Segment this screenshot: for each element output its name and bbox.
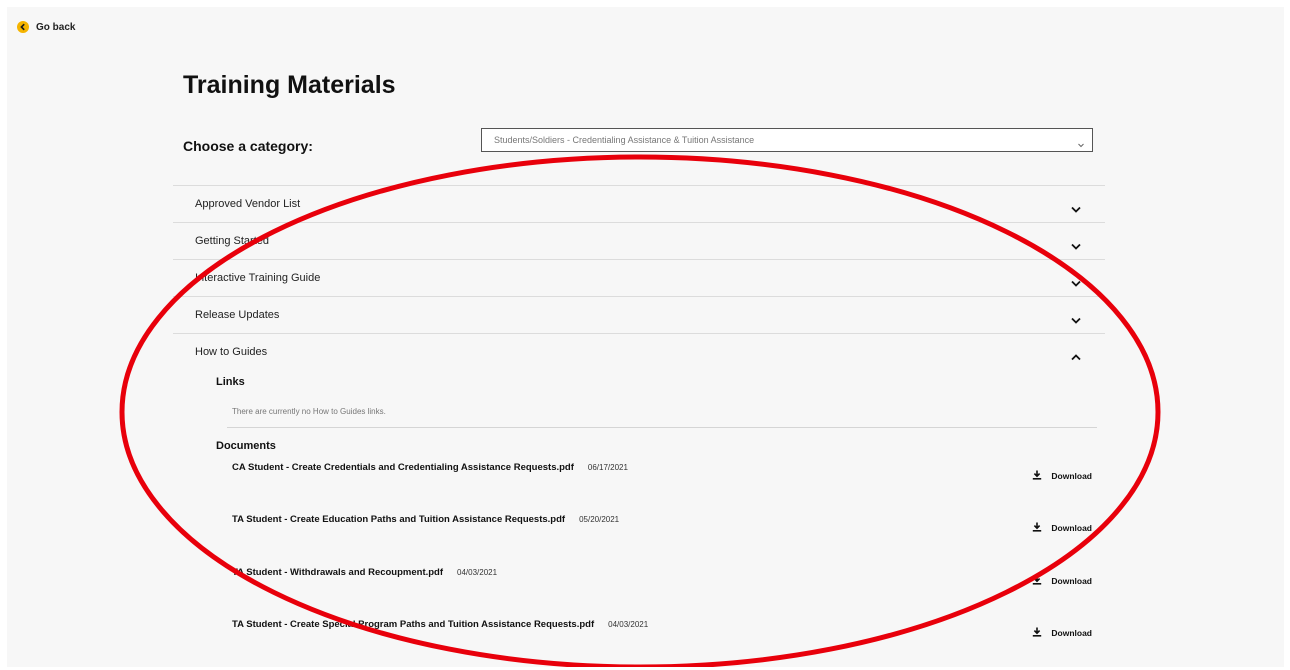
- document-date: 06/17/2021: [587, 463, 628, 472]
- document-row: TA Student - Withdrawals and Recoupment.…: [232, 563, 1092, 586]
- chevron-down-icon: [1077, 136, 1085, 154]
- document-row: CA Student - Create Credentials and Cred…: [232, 458, 1092, 481]
- category-label: Choose a category:: [183, 138, 313, 154]
- document-row: TA Student - Create Special Program Path…: [232, 615, 1092, 638]
- category-select[interactable]: Students/Soldiers - Credentialing Assist…: [481, 128, 1093, 152]
- chevron-down-icon: [1071, 311, 1081, 329]
- accordion-panel-how-to-guides: Links There are currently no How to Guid…: [173, 370, 1105, 670]
- download-icon: [1032, 467, 1042, 485]
- download-button[interactable]: Download: [1032, 624, 1092, 642]
- download-button[interactable]: Download: [1032, 572, 1092, 590]
- links-empty-message: There are currently no How to Guides lin…: [232, 407, 386, 416]
- accordion: Approved Vendor List Getting Started Int…: [173, 185, 1105, 670]
- page-title: Training Materials: [183, 71, 396, 99]
- accordion-item-label: Getting Started: [195, 235, 269, 247]
- accordion-item-label: Interactive Training Guide: [195, 272, 321, 284]
- document-date: 05/20/2021: [579, 515, 620, 524]
- accordion-item-getting-started[interactable]: Getting Started: [173, 222, 1105, 259]
- accordion-item-interactive-training-guide[interactable]: Interactive Training Guide: [173, 259, 1105, 296]
- links-heading: Links: [216, 376, 245, 388]
- document-name: TA Student - Create Education Paths and …: [232, 514, 620, 525]
- download-icon: [1032, 624, 1042, 642]
- accordion-item-release-updates[interactable]: Release Updates: [173, 296, 1105, 333]
- documents-heading: Documents: [216, 440, 276, 452]
- accordion-item-label: Release Updates: [195, 309, 280, 321]
- chevron-down-icon: [1071, 237, 1081, 255]
- category-select-value: Students/Soldiers - Credentialing Assist…: [494, 135, 755, 145]
- chevron-left-icon: [17, 21, 29, 33]
- accordion-item-label: How to Guides: [195, 346, 268, 358]
- download-button[interactable]: Download: [1032, 467, 1092, 485]
- chevron-down-icon: [1071, 274, 1081, 292]
- document-row: TA Student - Create Education Paths and …: [232, 510, 1092, 533]
- page: Go back Training Materials Choose a cate…: [7, 7, 1284, 667]
- accordion-item-approved-vendor-list[interactable]: Approved Vendor List: [173, 185, 1105, 222]
- chevron-down-icon: [1071, 200, 1081, 218]
- document-name: TA Student - Create Special Program Path…: [232, 619, 649, 630]
- go-back-label: Go back: [36, 21, 76, 33]
- document-name: CA Student - Create Credentials and Cred…: [232, 462, 628, 473]
- document-date: 04/03/2021: [608, 620, 649, 629]
- document-date: 04/03/2021: [457, 568, 498, 577]
- download-icon: [1032, 519, 1042, 537]
- download-icon: [1032, 572, 1042, 590]
- accordion-item-how-to-guides[interactable]: How to Guides: [173, 333, 1105, 370]
- accordion-item-label: Approved Vendor List: [195, 198, 301, 210]
- chevron-up-icon: [1071, 348, 1081, 366]
- divider: [227, 427, 1097, 428]
- document-name: TA Student - Withdrawals and Recoupment.…: [232, 567, 498, 578]
- go-back-link[interactable]: Go back: [17, 21, 75, 33]
- download-button[interactable]: Download: [1032, 519, 1092, 537]
